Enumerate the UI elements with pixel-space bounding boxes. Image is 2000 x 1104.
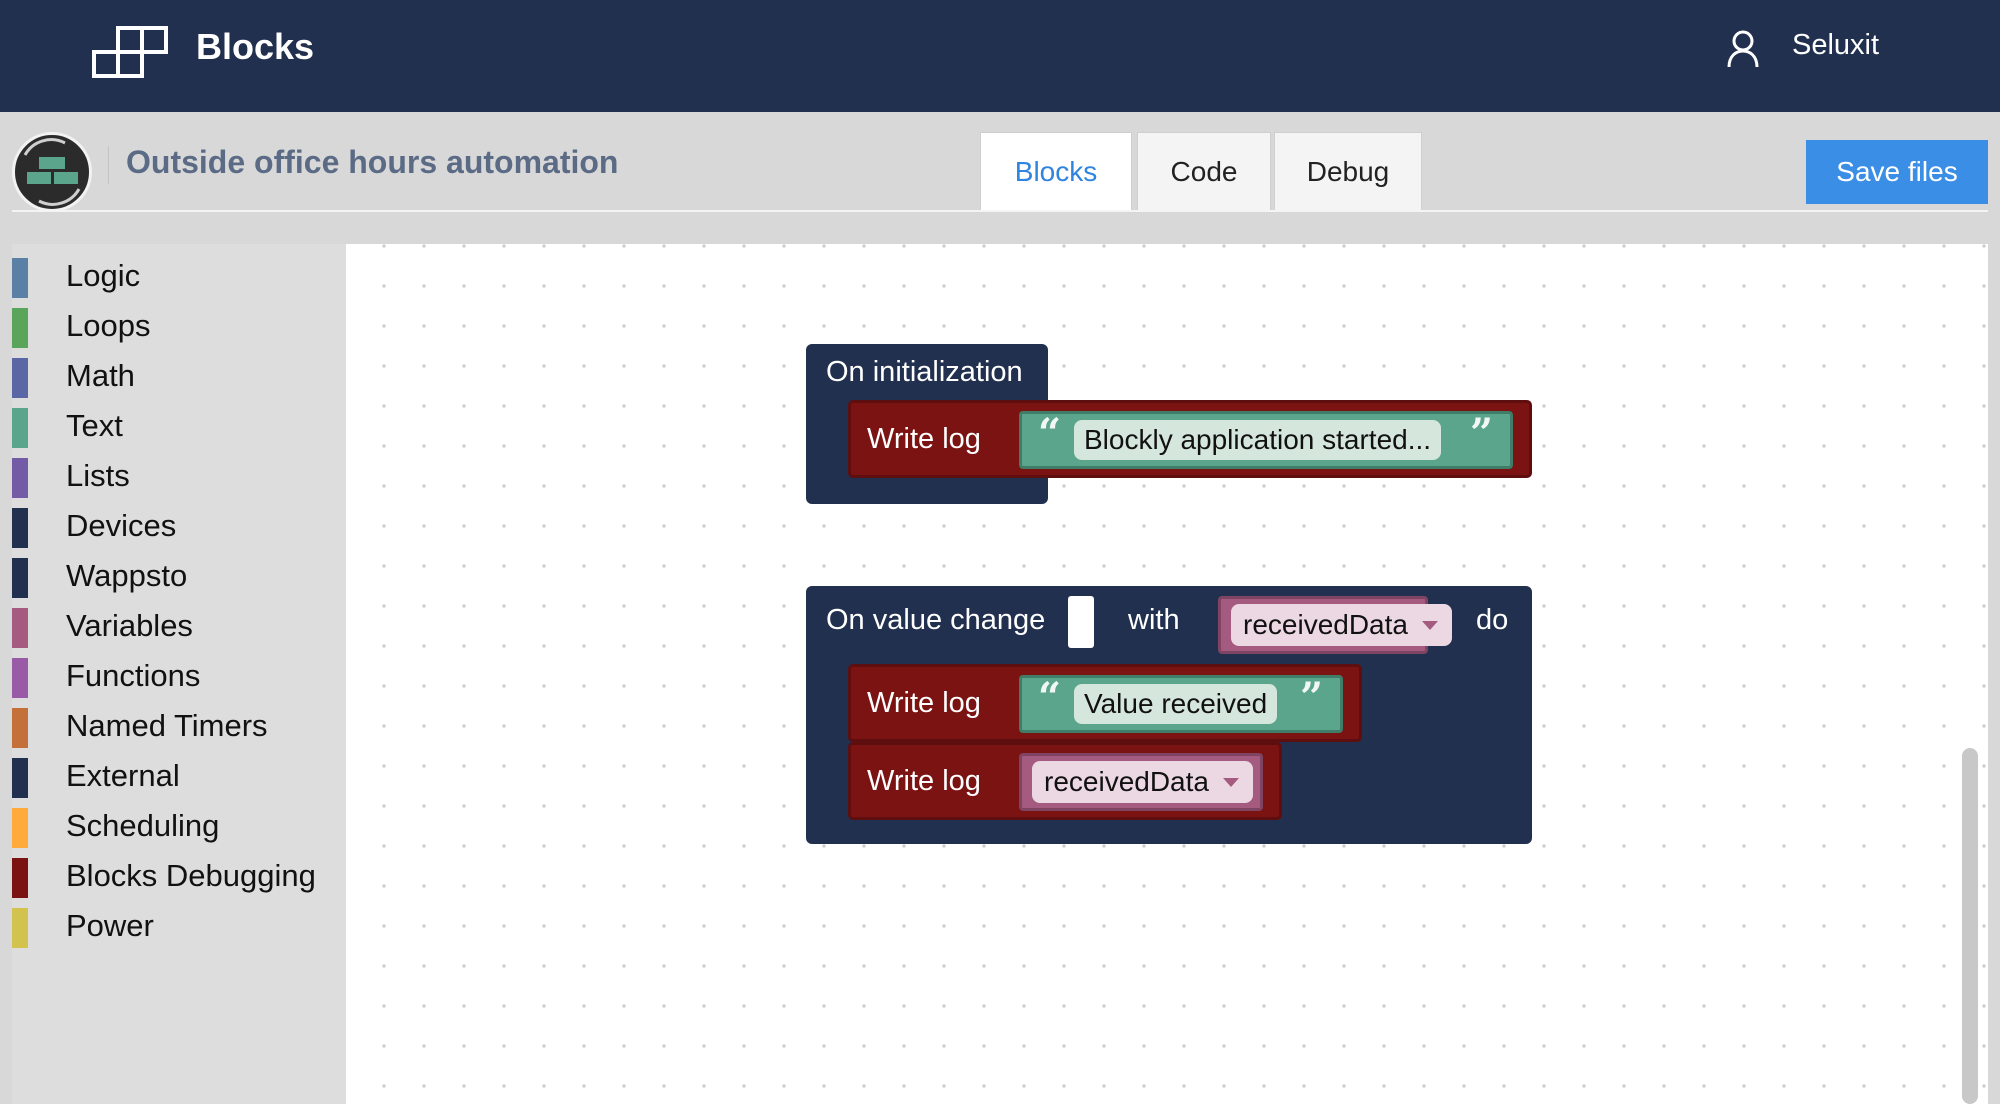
text-field[interactable]: Value received (1074, 684, 1278, 724)
user-icon[interactable] (1726, 30, 1760, 68)
variable-block[interactable]: receivedData (1218, 596, 1452, 654)
write-log-block[interactable]: Write log “ Blockly application started.… (848, 400, 1532, 478)
text-field[interactable]: Blockly application started... (1074, 420, 1442, 460)
category-label: Lists (66, 458, 130, 493)
category-color (12, 308, 28, 348)
category-color (12, 508, 28, 548)
user-name[interactable]: Seluxit (1792, 29, 1879, 62)
with-label: with (1128, 604, 1180, 636)
blocks-logo-icon[interactable] (92, 24, 172, 80)
tabs-divider (12, 210, 1988, 212)
category-label: Loops (66, 308, 151, 343)
category-label: Named Timers (66, 708, 268, 743)
project-title: Outside office hours automation (126, 144, 619, 180)
category-color (12, 458, 28, 498)
category-color (12, 658, 28, 698)
category-color (12, 758, 28, 798)
category-label: Scheduling (66, 808, 220, 843)
category-color (12, 258, 28, 298)
category-functions[interactable]: Functions (12, 650, 346, 700)
variable-block[interactable]: receivedData (1019, 753, 1263, 811)
category-variables[interactable]: Variables (12, 600, 346, 650)
category-color (12, 408, 28, 448)
tab-debug[interactable]: Debug (1274, 132, 1422, 210)
toolbox: Logic Loops Math Text Lists Devices Wapp… (12, 244, 346, 1104)
tab-code[interactable]: Code (1137, 132, 1271, 210)
category-label: Blocks Debugging (66, 858, 316, 893)
category-label: Logic (66, 258, 141, 293)
value-input-slot[interactable] (1068, 596, 1094, 648)
category-devices[interactable]: Devices (12, 500, 346, 550)
category-named-timers[interactable]: Named Timers (12, 700, 346, 750)
category-label: Text (66, 408, 123, 443)
category-label: Devices (66, 508, 177, 543)
category-loops[interactable]: Loops (12, 300, 346, 350)
open-quote-icon: “ (1038, 410, 1062, 457)
close-quote-icon: ” (1300, 674, 1324, 721)
block-header: On value change (826, 604, 1046, 636)
category-color (12, 708, 28, 748)
text-string-block[interactable]: “ Blockly application started... ” (1019, 410, 1513, 469)
category-power[interactable]: Power (12, 900, 346, 950)
save-files-button[interactable]: Save files (1806, 140, 1988, 204)
category-color (12, 858, 28, 898)
variable-name: receivedData (1044, 766, 1209, 797)
variable-dropdown[interactable]: receivedData (1032, 761, 1253, 803)
write-log-block[interactable]: Write log receivedData (848, 742, 1282, 820)
category-color (12, 608, 28, 648)
close-quote-icon: ” (1470, 410, 1494, 457)
category-math[interactable]: Math (12, 350, 346, 400)
write-log-label: Write log (867, 423, 981, 455)
title-divider (108, 146, 109, 184)
category-color (12, 808, 28, 848)
category-scheduling[interactable]: Scheduling (12, 800, 346, 850)
variable-name: receivedData (1243, 609, 1408, 640)
dropdown-arrow-icon (1222, 778, 1239, 787)
category-label: Power (66, 908, 154, 943)
app-title[interactable]: Blocks (196, 26, 314, 68)
text-string-block[interactable]: “ Value received ” (1019, 674, 1343, 733)
variable-dropdown[interactable]: receivedData (1231, 604, 1452, 646)
category-label: Wappsto (66, 558, 188, 593)
workspace-scrollbar[interactable] (1962, 748, 1978, 1104)
top-nav: Blocks Seluxit (0, 0, 2000, 112)
category-external[interactable]: External (12, 750, 346, 800)
project-avatar[interactable] (12, 132, 92, 212)
block-header: On initialization (826, 356, 1023, 388)
category-label: External (66, 758, 180, 793)
category-color (12, 358, 28, 398)
write-log-label: Write log (867, 687, 981, 719)
do-label: do (1476, 604, 1509, 636)
open-quote-icon: “ (1038, 674, 1062, 721)
category-label: Math (66, 358, 135, 393)
category-lists[interactable]: Lists (12, 450, 346, 500)
category-label: Variables (66, 608, 193, 643)
category-blocks-debugging[interactable]: Blocks Debugging (12, 850, 346, 900)
category-color (12, 908, 28, 948)
category-color (12, 558, 28, 598)
category-wappsto[interactable]: Wappsto (12, 550, 346, 600)
write-log-block[interactable]: Write log “ Value received ” (848, 664, 1362, 742)
category-text[interactable]: Text (12, 400, 346, 450)
category-logic[interactable]: Logic (12, 250, 346, 300)
brick-icon (23, 138, 81, 206)
category-label: Functions (66, 658, 201, 693)
tab-blocks[interactable]: Blocks (980, 132, 1132, 210)
dropdown-arrow-icon (1421, 621, 1438, 630)
write-log-label: Write log (867, 765, 981, 797)
